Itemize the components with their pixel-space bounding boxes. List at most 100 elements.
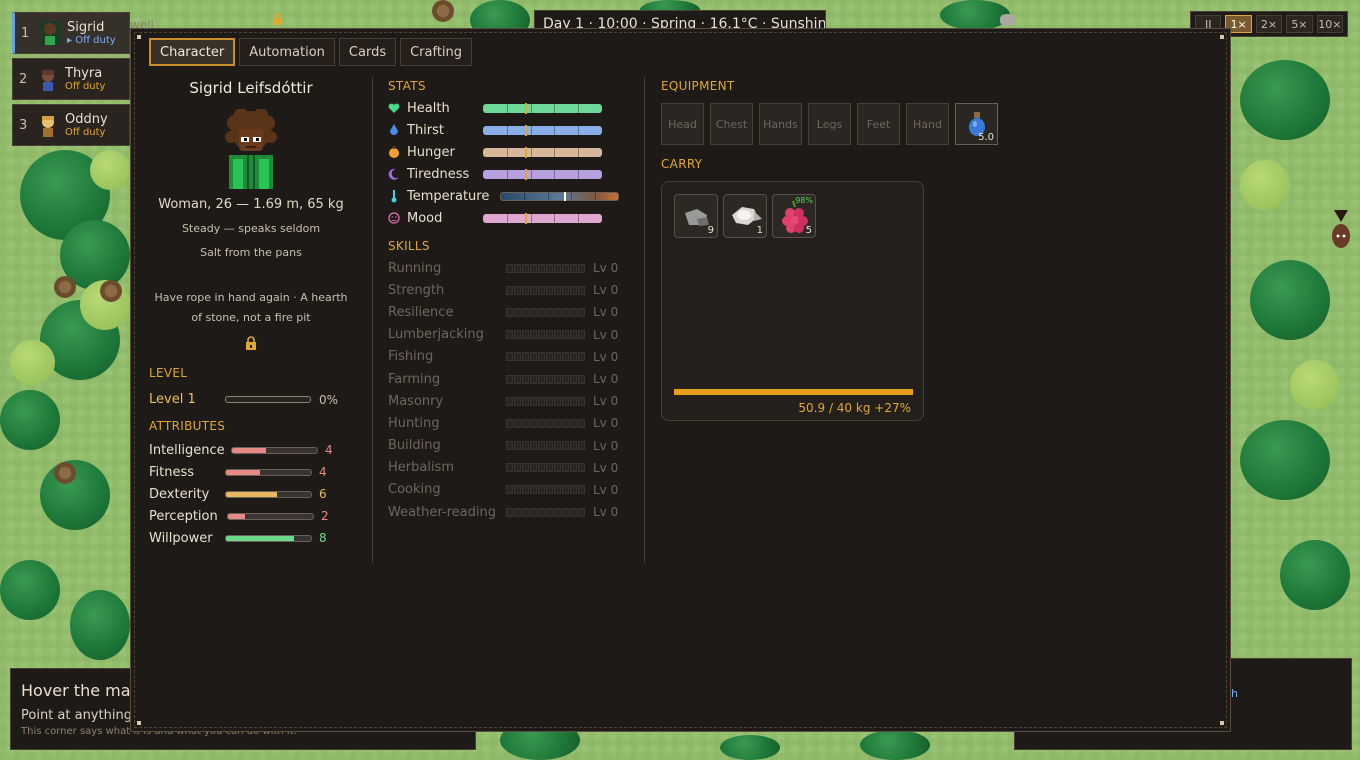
carry-item-berries[interactable]: 98% 5 — [772, 194, 816, 238]
skill-level: Lv 0 — [593, 394, 619, 409]
skill-pip — [538, 307, 545, 317]
stat-tick — [506, 213, 508, 223]
level-percent: 0% — [319, 392, 339, 407]
stat-tick — [554, 169, 556, 179]
carry-heading: CARRY — [661, 157, 703, 171]
colonist-name: Oddny — [65, 112, 108, 127]
attribute-value: 2 — [321, 509, 329, 523]
stat-name: Tiredness — [407, 166, 470, 182]
equip-slot-flask[interactable]: 5.0 — [955, 103, 998, 145]
skill-pip — [530, 352, 537, 362]
skill-pip — [522, 441, 529, 451]
colonist-card-oddny[interactable]: 3 Oddny Off duty — [12, 104, 130, 146]
attribute-bar — [225, 534, 312, 542]
skill-pip — [522, 330, 529, 340]
equipment-heading: EQUIPMENT — [661, 79, 735, 93]
character-bio: Woman, 26 — 1.69 m, 65 kg — [158, 197, 344, 212]
skill-pip — [554, 374, 561, 384]
bush — [1290, 360, 1340, 410]
equip-slot-legs[interactable]: Legs — [808, 103, 851, 145]
tab-character[interactable]: Character — [149, 38, 236, 66]
modal-corner — [1220, 721, 1224, 725]
panel-link[interactable]: h — [1231, 687, 1238, 700]
skill-pip — [570, 507, 577, 517]
stat-tick — [530, 213, 532, 223]
stat-tick — [554, 125, 556, 135]
skill-pip — [530, 285, 537, 295]
colonist-card-sigrid[interactable]: 1 Sigrid ▸ Off duty — [12, 12, 130, 54]
skill-pip — [578, 307, 585, 317]
skill-pip — [570, 263, 577, 273]
level-label: Level 1 — [149, 392, 196, 407]
skill-pip — [570, 374, 577, 384]
attribute-row: Willpower 8 — [149, 527, 353, 549]
tab-cards[interactable]: Cards — [338, 38, 397, 66]
level-progress-bar — [225, 396, 311, 403]
attribute-value: 4 — [319, 465, 327, 479]
stat-bar — [483, 168, 602, 180]
skill-progress-pips — [506, 463, 585, 473]
skill-pip — [562, 418, 569, 428]
tree — [1240, 60, 1330, 140]
colonist-card-thyra[interactable]: 2 Thyra Off duty — [12, 58, 130, 100]
skill-pip — [514, 307, 521, 317]
skill-pip — [530, 485, 537, 495]
carry-item-flint[interactable]: 1 — [723, 194, 767, 238]
lock-icon[interactable] — [244, 336, 258, 350]
skill-pip — [554, 263, 561, 273]
skill-pip — [562, 307, 569, 317]
skill-pip — [562, 285, 569, 295]
skill-name: Strength — [388, 282, 445, 298]
tab-automation[interactable]: Automation — [239, 38, 335, 66]
tree — [1280, 540, 1350, 610]
attribute-fill — [228, 513, 245, 519]
attribute-row: Perception 2 — [149, 505, 353, 527]
speed-2x-button[interactable]: 2× — [1255, 15, 1283, 33]
skill-pip — [562, 330, 569, 340]
stat-name: Hunger — [407, 144, 455, 160]
skill-row: Hunting Lv 0 — [388, 412, 628, 434]
colonist-name: Sigrid — [67, 20, 105, 35]
colonist-status: Off duty — [65, 127, 106, 138]
colonist-list: 1 Sigrid ▸ Off duty 2 Thyra Off duty 3 O… — [12, 12, 130, 150]
tab-crafting[interactable]: Crafting — [400, 38, 473, 66]
speed-10x-button[interactable]: 10× — [1316, 15, 1344, 33]
attribute-bar — [225, 468, 312, 476]
colonist-status: Off duty — [65, 81, 106, 92]
skill-pip — [554, 418, 561, 428]
skill-pip — [530, 307, 537, 317]
skill-name: Cooking — [388, 482, 441, 498]
skill-pip — [522, 307, 529, 317]
skill-pip — [546, 352, 553, 362]
attribute-row: Intelligence 4 — [149, 439, 353, 461]
skill-pip — [530, 418, 537, 428]
skill-pip — [506, 507, 513, 517]
level-heading: LEVEL — [149, 366, 188, 380]
stat-tick — [530, 103, 532, 113]
skill-name: Hunting — [388, 415, 440, 431]
skill-pip — [506, 307, 513, 317]
stat-tick — [554, 213, 556, 223]
skill-pip — [578, 374, 585, 384]
lock-icon — [274, 13, 282, 25]
carry-item-stone[interactable]: 9 — [674, 194, 718, 238]
equip-slot-head[interactable]: Head — [661, 103, 704, 145]
skill-level: Lv 0 — [593, 438, 619, 453]
equip-slot-hand[interactable]: Hand — [906, 103, 949, 145]
speed-5x-button[interactable]: 5× — [1286, 15, 1313, 33]
thermometer-icon — [388, 189, 400, 202]
character-portrait — [219, 108, 283, 189]
skill-pip — [538, 441, 545, 451]
equip-slot-chest[interactable]: Chest — [710, 103, 753, 145]
skill-pip — [546, 396, 553, 406]
attribute-bar — [225, 490, 312, 498]
creature-sprite[interactable] — [1330, 208, 1352, 252]
skill-pip — [506, 463, 513, 473]
attribute-row: Fitness 4 — [149, 461, 353, 483]
skill-pip — [538, 396, 545, 406]
attribute-value: 6 — [319, 487, 327, 501]
equip-slot-feet[interactable]: Feet — [857, 103, 900, 145]
equip-slot-hands[interactable]: Hands — [759, 103, 802, 145]
skill-pip — [522, 396, 529, 406]
skill-pip — [514, 263, 521, 273]
